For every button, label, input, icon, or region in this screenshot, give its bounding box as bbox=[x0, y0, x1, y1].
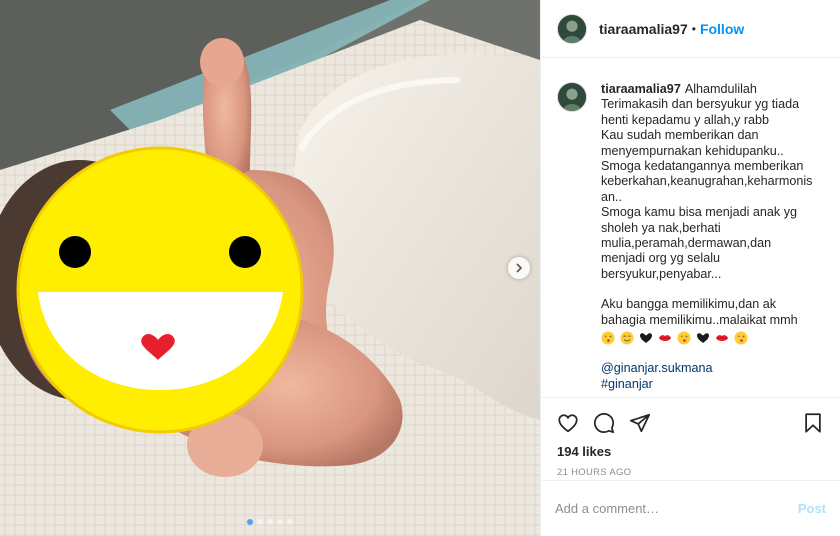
comments-section[interactable]: tiaraamalia97 Alhamdulilah Terimakasih da… bbox=[541, 58, 840, 398]
caption-line: Aku bangga memilikimu,dan ak bbox=[601, 297, 777, 312]
caption-line: Terimakasih dan bersyukur yg tiada bbox=[601, 97, 800, 112]
caption-first-line: tiaraamalia97 Alhamdulilah bbox=[601, 82, 824, 97]
caption-line: sholeh ya nak,berhati bbox=[601, 220, 721, 235]
caption-line: keberkahan,keanugrahan,keharmonis bbox=[601, 174, 813, 189]
chevron-right-icon bbox=[516, 263, 523, 273]
avatar[interactable] bbox=[557, 13, 587, 44]
heart-icon bbox=[558, 414, 578, 433]
caption: tiaraamalia97 Alhamdulilah Terimakasih da… bbox=[557, 82, 824, 392]
add-comment-form: Post bbox=[541, 480, 840, 536]
black-heart-icon bbox=[640, 333, 652, 344]
separator-dot: • bbox=[691, 21, 696, 36]
carousel-dot bbox=[277, 519, 283, 525]
post-sidebar: tiaraamalia97 • Follow tiaraamalia97 Alha… bbox=[540, 0, 840, 536]
caption-line: Kau sudah memberikan dan bbox=[601, 128, 759, 143]
carousel-dot-active bbox=[247, 519, 253, 525]
save-button[interactable] bbox=[800, 410, 826, 436]
carousel-dot bbox=[287, 519, 293, 525]
hashtag-link[interactable]: #ginanjar bbox=[601, 377, 824, 392]
caption-line: bahagia memilikimu..malaikat mmh bbox=[601, 312, 798, 327]
post-timestamp[interactable]: 21 HOURS AGO bbox=[541, 459, 840, 478]
carousel-dot bbox=[257, 519, 263, 525]
comment-input[interactable] bbox=[555, 501, 798, 516]
kiss-lips-icon bbox=[716, 335, 728, 342]
paper-plane-icon bbox=[629, 413, 651, 433]
mention-link[interactable]: @ginanjar.sukmana bbox=[601, 361, 824, 376]
likes-count[interactable]: 194 likes bbox=[541, 440, 840, 459]
smile-face-icon bbox=[620, 331, 634, 345]
caption-line: bersyukur,penyabar... bbox=[601, 266, 722, 281]
post-media[interactable] bbox=[0, 0, 540, 536]
next-slide-button[interactable] bbox=[508, 257, 530, 279]
caption-text: tiaraamalia97 Alhamdulilah Terimakasih da… bbox=[601, 82, 824, 392]
instagram-post: tiaraamalia97 • Follow tiaraamalia97 Alha… bbox=[0, 0, 840, 536]
caption-username[interactable]: tiaraamalia97 bbox=[601, 82, 681, 96]
follow-button[interactable]: Follow bbox=[700, 21, 744, 37]
kiss-face-icon bbox=[601, 331, 615, 345]
caption-line: Smoga kedatangannya memberikan bbox=[601, 159, 804, 174]
caption-line: an.. bbox=[601, 189, 623, 204]
caption-avatar[interactable] bbox=[557, 82, 587, 112]
share-button[interactable] bbox=[627, 410, 653, 436]
caption-line: Smoga kamu bisa menjadi anak yg bbox=[601, 205, 798, 220]
action-bar bbox=[541, 398, 840, 440]
emoji-row bbox=[601, 330, 824, 346]
carousel-dot bbox=[267, 519, 273, 525]
caption-line: menyempurnakan kehidupanku.. bbox=[601, 143, 784, 158]
kiss-face-icon bbox=[677, 331, 691, 345]
post-photo bbox=[0, 0, 540, 536]
caption-line: mulia,peramah,dermawan,dan bbox=[601, 236, 772, 251]
post-header: tiaraamalia97 • Follow bbox=[541, 0, 840, 58]
caption-line: henti kepadamu y allah,y rabb bbox=[601, 112, 770, 127]
comment-button[interactable] bbox=[591, 410, 617, 436]
comment-bubble-icon bbox=[593, 412, 615, 434]
bookmark-icon bbox=[805, 413, 821, 433]
caption-first-text: Alhamdulilah bbox=[684, 82, 757, 96]
black-heart-icon bbox=[697, 333, 709, 344]
kiss-lips-icon bbox=[659, 335, 671, 342]
like-button[interactable] bbox=[555, 410, 581, 436]
smiley-sticker bbox=[16, 146, 304, 434]
post-comment-button[interactable]: Post bbox=[798, 501, 826, 516]
kiss-face-icon bbox=[734, 331, 748, 345]
carousel-indicator bbox=[0, 519, 540, 525]
username[interactable]: tiaraamalia97 bbox=[599, 21, 688, 37]
caption-line: menjadi org yg selalu bbox=[601, 251, 721, 266]
